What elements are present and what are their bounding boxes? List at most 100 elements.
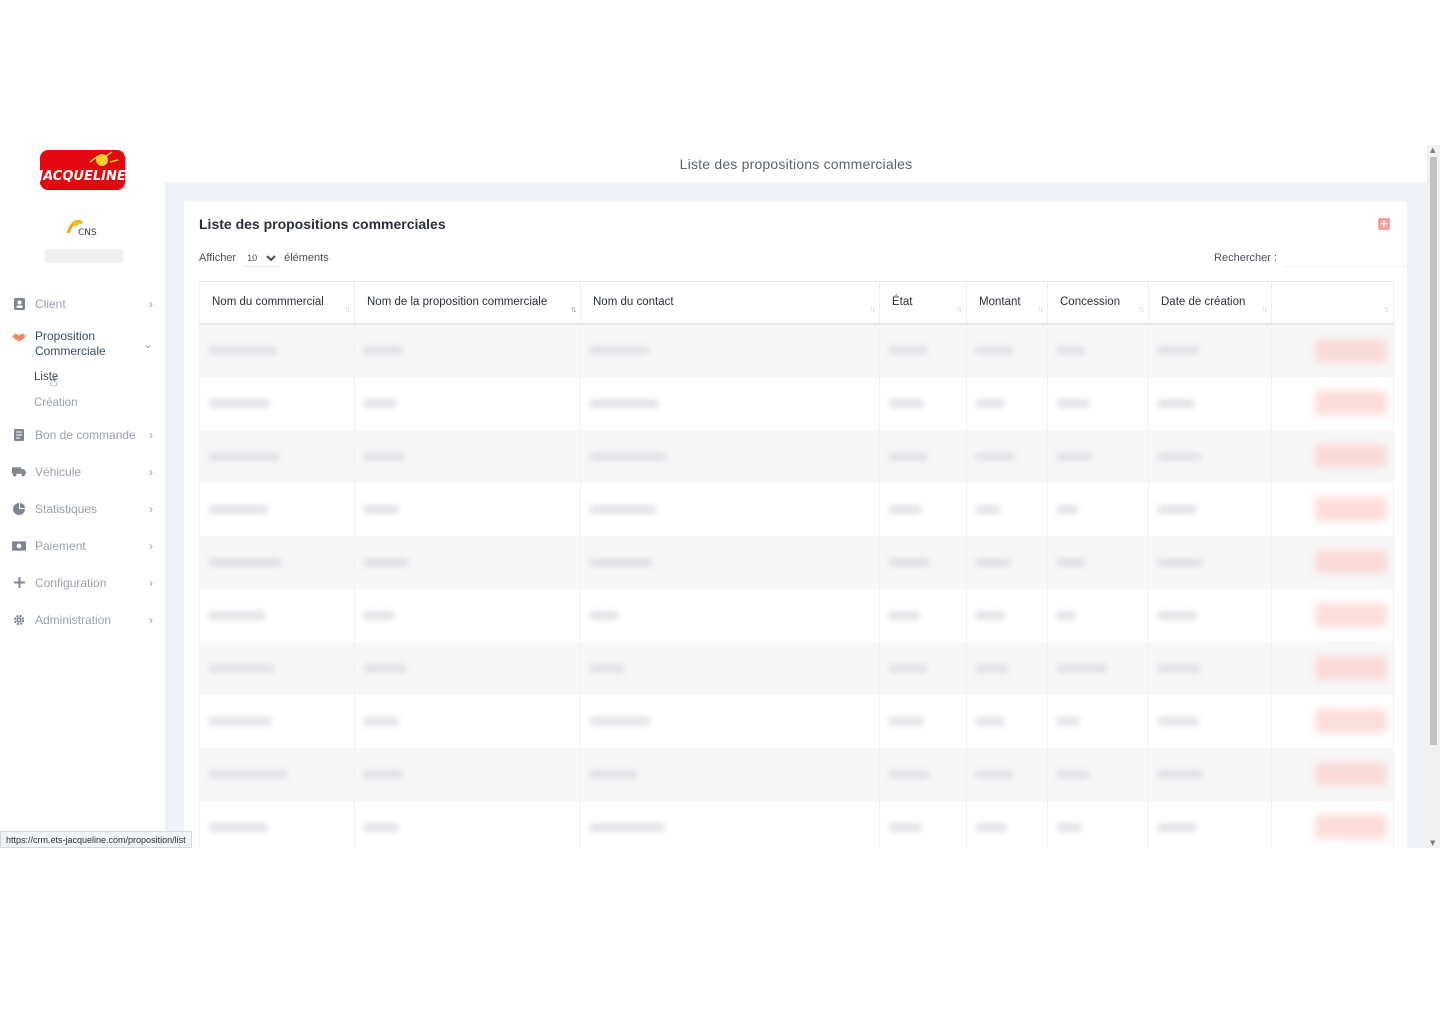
sidebar-item-vehicule[interactable]: Véhicule › — [0, 453, 165, 490]
table-cell — [199, 429, 355, 483]
redacted-value — [1157, 398, 1195, 408]
redacted-value — [363, 504, 399, 514]
table-cell — [199, 694, 355, 748]
sort-icon: ↑↓ — [1261, 303, 1268, 314]
table-cell — [1148, 641, 1272, 695]
table-cell — [580, 800, 880, 848]
table-cell — [354, 482, 581, 536]
row-action-button[interactable] — [1315, 761, 1387, 786]
row-action-button[interactable] — [1315, 338, 1387, 363]
sort-icon: ↑↓ — [1383, 303, 1390, 314]
chevron-down-icon: ⌄ — [142, 337, 153, 351]
row-action-button[interactable] — [1315, 443, 1387, 468]
table-row[interactable] — [199, 800, 1394, 848]
table-row[interactable] — [199, 323, 1394, 377]
table-cell — [1047, 482, 1149, 536]
table-cell — [1271, 747, 1394, 801]
redacted-value — [589, 822, 665, 832]
table-cell — [879, 588, 967, 642]
propositions-card: Liste des propositions commerciales + Af… — [184, 201, 1407, 848]
row-action-button[interactable] — [1315, 390, 1387, 415]
svg-text:JACQUELINE: JACQUELINE — [40, 169, 125, 184]
sidebar-item-label: Administration — [35, 612, 112, 627]
money-icon — [12, 539, 26, 553]
sort-icon: ↑↓ — [1138, 303, 1145, 314]
column-header-etat[interactable]: État ↑↓ — [879, 281, 967, 325]
cns-logo: CNS — [66, 219, 97, 238]
page-length-select[interactable]: 10 — [243, 249, 280, 267]
table-cell — [580, 429, 880, 483]
column-header-date-creation[interactable]: Date de création ↑↓ — [1148, 281, 1272, 325]
card-title: Liste des propositions commerciales — [199, 216, 446, 232]
column-header-concession[interactable]: Concession ↑↓ — [1047, 281, 1149, 325]
table-row[interactable] — [199, 429, 1394, 483]
redacted-value — [1056, 822, 1082, 832]
search-input[interactable] — [1285, 249, 1407, 267]
redacted-value — [208, 504, 268, 514]
jacqueline-logo[interactable]: JACQUELINE — [40, 150, 125, 190]
table-row[interactable] — [199, 588, 1394, 642]
redacted-value — [1157, 663, 1201, 673]
table-cell — [1271, 429, 1394, 483]
page-header: Liste des propositions commerciales — [165, 145, 1427, 183]
page-scrollbar[interactable]: ▲ ▼ — [1427, 145, 1440, 848]
row-action-button[interactable] — [1315, 496, 1387, 521]
table-row[interactable] — [199, 535, 1394, 589]
sidebar-nav: Client › Proposition Commerciale ⌄ Liste… — [0, 285, 165, 638]
column-header-proposition[interactable]: Nom de la proposition commerciale ↑↓ — [354, 281, 581, 325]
sidebar-item-proposition-commerciale[interactable]: Proposition Commerciale ⌄ — [0, 322, 165, 364]
redacted-value — [1056, 398, 1090, 408]
row-action-button[interactable] — [1315, 655, 1387, 680]
sidebar-subitem-creation[interactable]: Création — [0, 390, 165, 416]
table-cell — [1148, 747, 1272, 801]
table-cell — [966, 429, 1048, 483]
sidebar-item-bon-de-commande[interactable]: Bon de commande › — [0, 416, 165, 453]
chevron-right-icon: › — [149, 575, 153, 590]
sidebar-item-label: Proposition Commerciale — [35, 329, 106, 358]
redacted-value — [975, 769, 1013, 779]
redacted-value — [589, 663, 625, 673]
table-row[interactable] — [199, 641, 1394, 695]
column-header-actions[interactable]: ↑↓ — [1271, 281, 1394, 325]
redacted-value — [1056, 346, 1086, 355]
sidebar-item-client[interactable]: Client › — [0, 285, 165, 322]
table-cell — [580, 588, 880, 642]
scrollbar-thumb[interactable] — [1430, 157, 1437, 745]
document-icon — [12, 428, 26, 442]
plus-icon — [12, 576, 26, 590]
column-header-commercial[interactable]: Nom du commmercial ↑↓ — [199, 281, 355, 325]
add-proposition-button[interactable]: + — [1378, 218, 1390, 230]
scroll-down-arrow-icon[interactable]: ▼ — [1430, 839, 1435, 847]
sidebar-item-administration[interactable]: Administration › — [0, 601, 165, 638]
scroll-up-arrow-icon[interactable]: ▲ — [1430, 146, 1435, 154]
table-row[interactable] — [199, 376, 1394, 430]
column-header-label: Montant — [979, 296, 1021, 309]
redacted-value — [975, 451, 1015, 461]
sidebar-item-paiement[interactable]: Paiement › — [0, 527, 165, 564]
table-cell — [354, 694, 581, 748]
sidebar-subitem-liste[interactable]: Liste — [0, 364, 165, 390]
table-cell — [1047, 641, 1149, 695]
table-cell — [354, 323, 581, 377]
redacted-value — [1056, 557, 1086, 567]
row-action-button[interactable] — [1315, 814, 1387, 839]
redacted-value — [888, 663, 928, 673]
table-row[interactable] — [199, 482, 1394, 536]
table-row[interactable] — [199, 747, 1394, 801]
column-header-montant[interactable]: Montant ↑↓ — [966, 281, 1048, 325]
redacted-value — [1157, 557, 1203, 567]
table-cell — [580, 482, 880, 536]
sidebar-item-configuration[interactable]: Configuration › — [0, 564, 165, 601]
column-header-contact[interactable]: Nom du contact ↑↓ — [580, 281, 880, 325]
redacted-value — [589, 610, 619, 620]
table-cell — [1271, 482, 1394, 536]
table-cell — [199, 588, 355, 642]
row-action-button[interactable] — [1315, 602, 1387, 627]
row-action-button[interactable] — [1315, 708, 1387, 733]
table-row[interactable] — [199, 694, 1394, 748]
chevron-right-icon: › — [149, 296, 153, 311]
sidebar-item-statistiques[interactable]: Statistiques › — [0, 490, 165, 527]
pie-chart-icon — [12, 502, 26, 516]
redacted-value — [589, 504, 657, 514]
row-action-button[interactable] — [1315, 549, 1387, 574]
